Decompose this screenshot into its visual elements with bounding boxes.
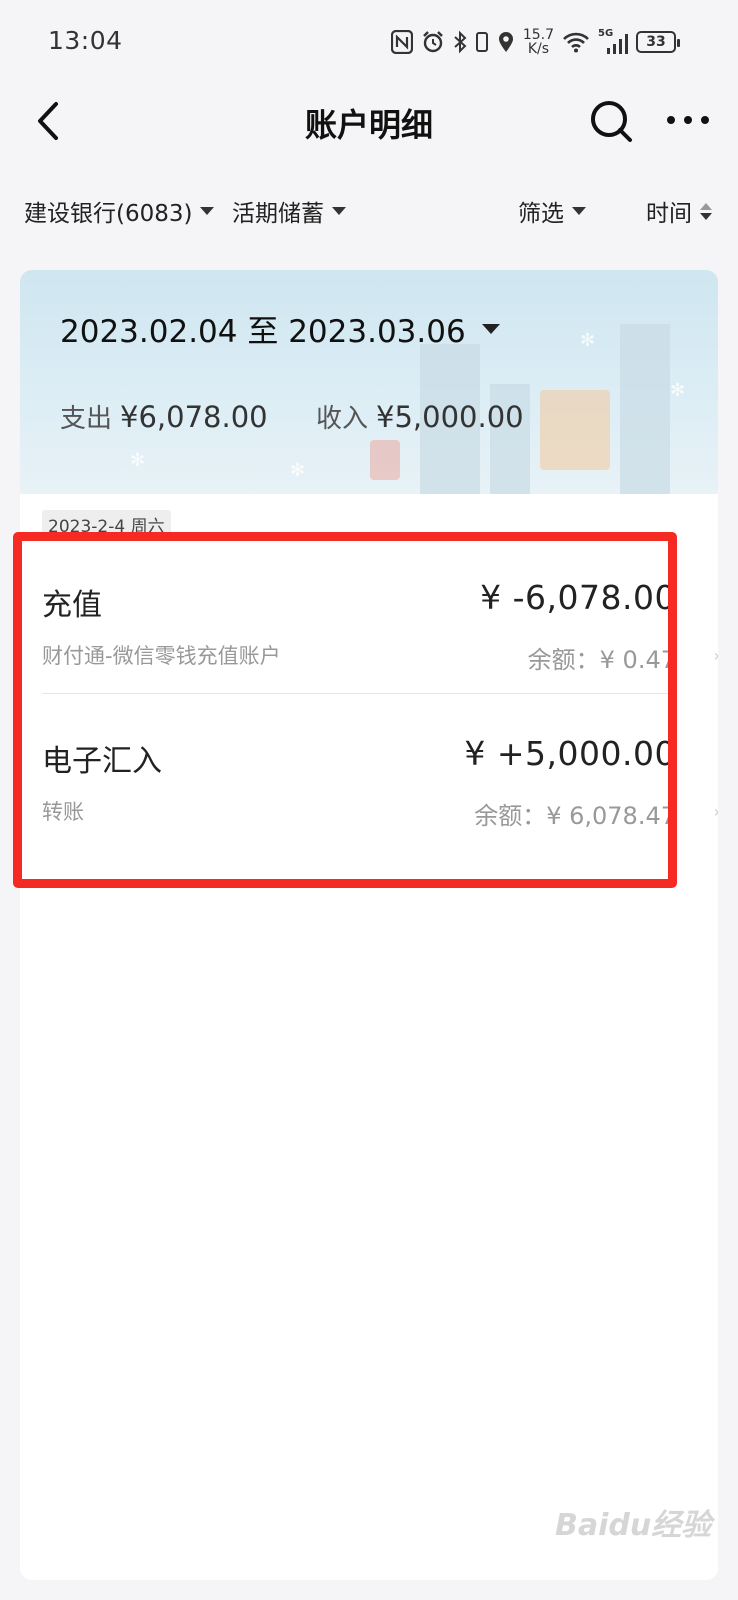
status-time: 13:04 — [48, 26, 123, 55]
alarm-icon — [422, 31, 443, 53]
net-speed-value: 15.7 — [522, 27, 554, 43]
transaction-balance: 余额：¥ 6,078.47 — [474, 802, 676, 830]
expense-label: 支出 — [60, 404, 113, 434]
income-label: 收入 — [316, 404, 369, 434]
income-value: ¥5,000.00 — [376, 400, 524, 434]
date-header: 2023-2-4 周六 — [42, 510, 171, 539]
status-icons: 15.7 K/s 5G 33 — [390, 24, 680, 60]
transaction-amount: ¥ +5,000.00 — [464, 734, 676, 773]
snowflake-icon: ✻ — [580, 330, 596, 351]
filter-button[interactable]: 筛选 — [518, 194, 586, 228]
search-icon[interactable] — [588, 98, 634, 144]
bluetooth-icon — [454, 30, 467, 54]
period-selector[interactable]: 2023.02.04 至 2023.03.06 — [60, 306, 500, 351]
banner-decoration — [620, 324, 670, 494]
transaction-title: 电子汇入 — [42, 744, 162, 779]
period-banner: ✻ ✻ ✻ ✻ 2023.02.04 至 2023.03.06 支出 ¥6,078… — [20, 270, 718, 494]
transaction-title: 充值 — [42, 588, 102, 623]
sort-time-button[interactable]: 时间 — [646, 194, 712, 228]
account-label: 建设银行(6083) — [24, 201, 193, 227]
account-type-selector[interactable]: 活期储蓄 — [232, 194, 346, 228]
period-range: 2023.02.04 至 2023.03.06 — [60, 314, 466, 350]
location-icon — [498, 32, 513, 52]
nfc-icon — [390, 30, 413, 54]
expense-value: ¥6,078.00 — [120, 400, 268, 434]
cellular-signal: 5G — [598, 28, 628, 54]
wifi-icon — [563, 32, 589, 53]
transaction-description: 转账 — [42, 800, 84, 824]
vibrate-icon — [475, 32, 488, 52]
nav-bar: 账户明细 — [0, 84, 738, 158]
banner-decoration — [540, 390, 610, 470]
filter-bar: 建设银行(6083) 活期储蓄 筛选 时间 — [0, 180, 738, 240]
sort-label: 时间 — [646, 201, 692, 227]
chevron-down-icon — [572, 207, 586, 215]
net-speed: 15.7 K/s — [523, 28, 554, 56]
transaction-description: 财付通-微信零钱充值账户 — [42, 644, 281, 668]
filter-label: 筛选 — [518, 201, 564, 227]
status-bar: 13:04 15.7 K/s 5G 33 — [0, 0, 738, 84]
chevron-right-icon: › — [714, 646, 718, 665]
chevron-down-icon — [481, 323, 500, 334]
snowflake-icon: ✻ — [290, 460, 306, 481]
transaction-row[interactable]: 充值 ¥ -6,078.00 财付通-微信零钱充值账户 余额：¥ 0.47 › — [42, 542, 718, 692]
banner-decoration — [370, 440, 400, 480]
account-selector[interactable]: 建设银行(6083) — [24, 194, 215, 228]
chevron-down-icon — [332, 207, 346, 215]
watermark: Baidu经验 — [555, 1508, 712, 1543]
transaction-balance: 余额：¥ 0.47 — [527, 646, 676, 674]
net-speed-unit: K/s — [527, 41, 550, 57]
transaction-amount: ¥ -6,078.00 — [480, 578, 676, 617]
snowflake-icon: ✻ — [670, 380, 686, 401]
sort-icon — [700, 202, 712, 220]
snowflake-icon: ✻ — [130, 450, 146, 471]
chevron-right-icon: › — [714, 802, 718, 821]
signal-bars-icon — [607, 34, 628, 54]
income-summary: 收入 ¥5,000.00 — [316, 398, 524, 435]
transaction-row[interactable]: 电子汇入 ¥ +5,000.00 转账 余额：¥ 6,078.47 › — [42, 698, 718, 848]
account-type-label: 活期储蓄 — [232, 201, 324, 227]
chevron-down-icon — [200, 207, 215, 215]
more-icon[interactable] — [666, 110, 710, 130]
expense-summary: 支出 ¥6,078.00 — [60, 398, 268, 435]
transaction-card: ✻ ✻ ✻ ✻ 2023.02.04 至 2023.03.06 支出 ¥6,078… — [20, 270, 718, 1580]
divider — [42, 693, 676, 694]
battery-icon: 33 — [636, 31, 680, 53]
